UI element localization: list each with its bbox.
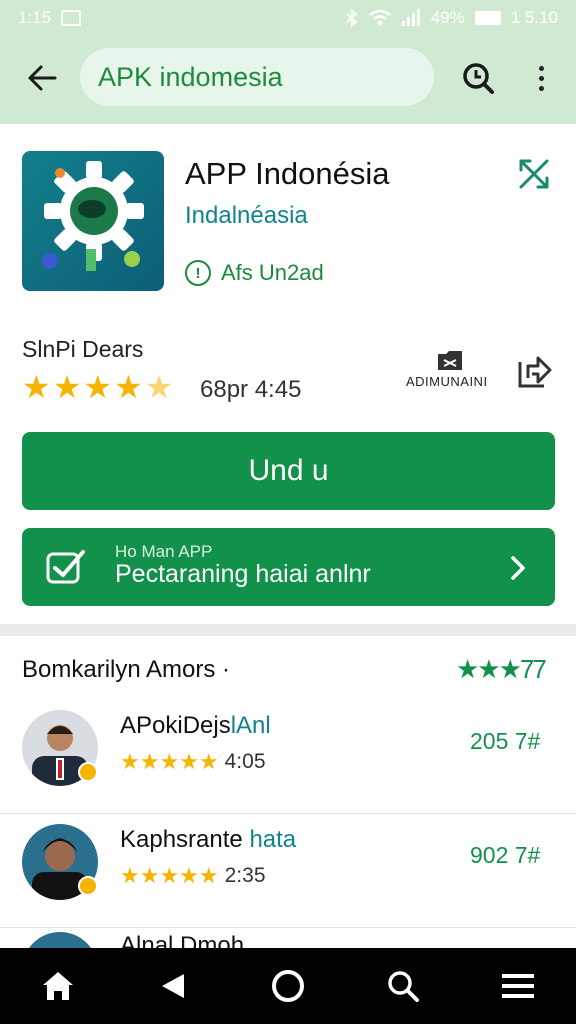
star-icon: ★	[114, 369, 143, 405]
list-item-name: Kaphsrante hata	[120, 826, 297, 853]
list-item-count: 205 7#	[470, 728, 541, 754]
bottom-nav-bar	[0, 948, 576, 1024]
wifi-icon	[368, 9, 391, 26]
back-button[interactable]	[22, 58, 62, 98]
install-button[interactable]: Und u	[22, 432, 555, 510]
nav-menu-button[interactable]	[488, 956, 548, 1016]
lens-search-icon	[463, 63, 494, 94]
nav-back-button[interactable]	[143, 956, 203, 1016]
community-list: Bomkarilyn Amors · ★★★77 APokiDejslAnl ★…	[0, 636, 576, 948]
star-icon: ★	[52, 369, 82, 405]
app-icon[interactable]	[22, 151, 164, 291]
manage-app-label: Pectaraning haiai anlnr	[115, 560, 371, 588]
signal-icon	[401, 9, 420, 26]
more-options-button[interactable]	[522, 58, 560, 98]
nav-home-button[interactable]	[28, 956, 88, 1016]
gear-logo-icon	[42, 161, 144, 271]
close-button[interactable]	[516, 156, 552, 192]
list-item-count: 902 7#	[470, 842, 541, 868]
list-item-name: APokiDejslAnl	[120, 712, 271, 739]
battery-percent: 49%	[430, 8, 465, 27]
search-input[interactable]: APK indomesia	[80, 48, 434, 106]
gallery-notification-icon	[61, 10, 82, 26]
app-title: APP Indonésia	[185, 156, 390, 191]
rating-label: SlnPi Dears	[22, 336, 144, 362]
list-title: Bomkarilyn Amors ·	[22, 656, 231, 683]
close-x-icon	[519, 159, 549, 189]
app-details-card: APP Indonésia Indalnéasia ! Afs Un2ad Sl…	[0, 124, 576, 624]
chevron-right-icon	[511, 556, 525, 580]
list-item[interactable]: Kaphsrante hata ★★★★★ 2:35 902 7#	[0, 814, 576, 928]
back-triangle-icon	[161, 974, 184, 998]
status-icons: 49% 1 5.10	[345, 8, 558, 28]
install-info-text: Afs Un2ad	[221, 260, 324, 285]
top-app-bar: 1:15 49% 1 5.10 APK indomesia	[0, 0, 576, 124]
list-item[interactable]: Alnal Dmoh	[0, 932, 576, 948]
rating-stars: ★ ★ ★ ★ ★	[22, 371, 173, 403]
home-icon	[42, 972, 73, 1000]
list-item-rating: ★★★★★ 4:05	[120, 749, 266, 774]
admin-label: ADIMUNAINI	[406, 374, 488, 389]
share-icon	[518, 356, 552, 388]
back-arrow-icon	[28, 65, 57, 91]
menu-icon	[502, 974, 535, 998]
list-item-name: Alnal Dmoh	[120, 932, 245, 948]
manage-app-button[interactable]: Ho Man APP Pectaraning haiai anlnr	[22, 528, 555, 606]
status-time: 1:15	[18, 8, 52, 27]
star-icon: ★★★★★	[120, 749, 219, 774]
verified-badge-icon	[78, 876, 98, 896]
list-item[interactable]: APokiDejslAnl ★★★★★ 4:05 205 7#	[0, 700, 576, 814]
rating-meta: 68pr 4:45	[200, 376, 302, 403]
list-item-rating: ★★★★★ 2:35	[120, 863, 266, 888]
verified-badge-icon	[78, 762, 98, 782]
list-header-rating: ★★★77	[456, 654, 547, 684]
avatar	[22, 932, 98, 948]
lens-search-button[interactable]	[458, 58, 498, 98]
admin-folder-icon	[438, 351, 462, 370]
star-icon: ★	[22, 369, 51, 405]
search-icon	[388, 971, 420, 1002]
info-icon: !	[185, 260, 211, 286]
half-star-icon: ★	[144, 369, 174, 405]
bluetooth-icon	[346, 9, 358, 27]
star-icon: ★	[83, 369, 113, 405]
status-clock-right: 1 5.10	[510, 8, 558, 27]
status-bar: 1:15 49% 1 5.10	[0, 0, 576, 36]
battery-icon	[474, 11, 501, 25]
circle-home-icon	[271, 970, 304, 1002]
star-icon: ★★★★★	[120, 863, 219, 888]
app-developer-link[interactable]: Indalnéasia	[185, 202, 308, 230]
checkbox-icon	[46, 550, 85, 584]
manage-app-subtitle: Ho Man APP	[115, 542, 213, 561]
install-info: ! Afs Un2ad	[185, 260, 324, 286]
nav-search-button[interactable]	[373, 956, 433, 1016]
nav-overview-button[interactable]	[258, 956, 318, 1016]
share-button[interactable]	[516, 352, 552, 390]
more-vert-icon	[538, 65, 544, 71]
